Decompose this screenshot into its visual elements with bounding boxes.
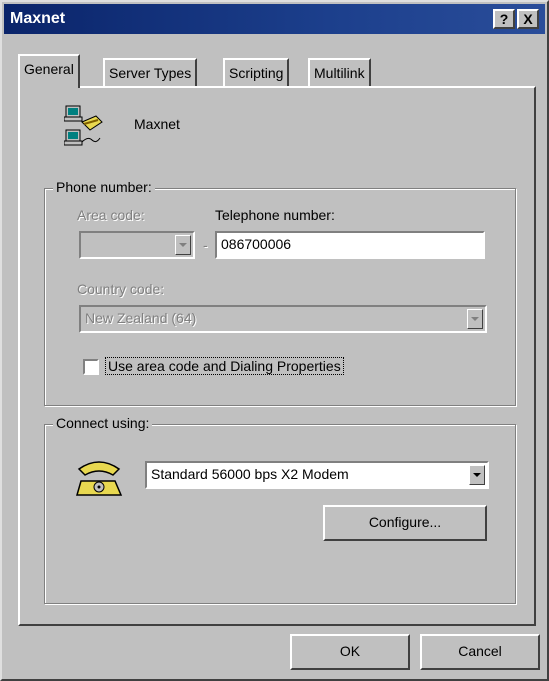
area-code-label: Area code: <box>77 207 145 223</box>
area-code-separator: - <box>203 237 208 253</box>
dial-up-connection-icon <box>63 102 104 150</box>
tab-general[interactable]: General <box>18 54 80 88</box>
close-button[interactable]: X <box>517 9 539 29</box>
telephone-modem-icon <box>75 455 123 499</box>
country-code-dropdown-arrow-icon[interactable] <box>467 309 483 329</box>
properties-dialog: Maxnet ? X General Server Types Scriptin… <box>0 0 549 681</box>
country-code-label: Country code: <box>77 281 165 297</box>
use-area-code-checkbox[interactable] <box>83 359 99 375</box>
window-title: Maxnet <box>10 10 66 27</box>
connect-using-group: Connect using: Standard 56000 bps X2 Mod… <box>44 415 516 604</box>
area-code-field[interactable] <box>79 231 195 259</box>
connection-name: Maxnet <box>134 116 180 132</box>
tab-multilink[interactable]: Multilink <box>308 58 371 88</box>
telephone-number-input[interactable]: 086700006 <box>215 231 485 259</box>
use-area-code-label[interactable]: Use area code and Dialing Properties <box>105 357 344 375</box>
country-code-select[interactable]: New Zealand (64) <box>79 305 487 333</box>
area-code-dropdown-arrow-icon[interactable] <box>175 235 191 255</box>
telephone-number-label: Telephone number: <box>215 207 335 223</box>
tab-server-types[interactable]: Server Types <box>103 58 198 88</box>
title-bar[interactable]: Maxnet ? X <box>4 4 545 34</box>
configure-button[interactable]: Configure... <box>323 505 487 541</box>
ok-button[interactable]: OK <box>290 634 410 670</box>
tab-scripting[interactable]: Scripting <box>223 58 290 88</box>
help-button[interactable]: ? <box>493 9 515 29</box>
general-tab-panel: Maxnet Phone number: Area code: - Teleph… <box>18 86 536 626</box>
phone-number-group-label: Phone number: <box>53 179 155 195</box>
modem-select[interactable]: Standard 56000 bps X2 Modem <box>145 461 489 489</box>
country-code-value: New Zealand (64) <box>85 310 197 326</box>
connect-using-group-label: Connect using: <box>53 415 153 431</box>
phone-number-group: Phone number: Area code: - Telephone num… <box>44 179 516 406</box>
modem-dropdown-arrow-icon[interactable] <box>469 465 485 485</box>
cancel-button[interactable]: Cancel <box>420 634 540 670</box>
modem-select-value: Standard 56000 bps X2 Modem <box>151 466 349 482</box>
